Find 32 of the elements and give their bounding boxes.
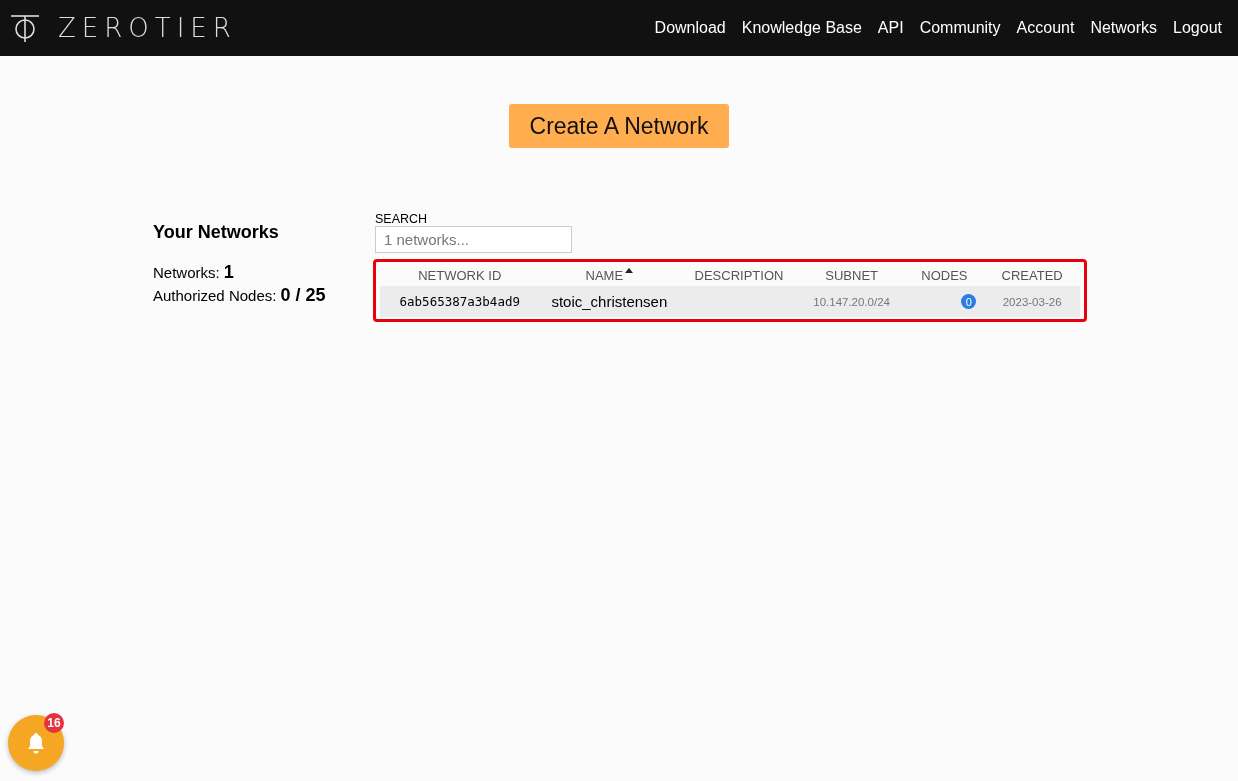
brand-name: ZEROTIER [58,13,237,43]
nav-link[interactable]: Networks [1090,19,1158,37]
notification-count-badge: 16 [44,713,64,733]
search-field[interactable]: 1 networks... [375,226,572,253]
notification-button[interactable]: 16 [8,715,64,771]
node-count-badge: 0 [961,294,977,309]
created-date-cell-text: 2023-03-26 [1001,295,1063,308]
network-name-cell[interactable]: stoic_christensen [539,293,680,310]
column-header[interactable]: DESCRIPTION [679,267,799,283]
nav-link[interactable]: Account [1016,19,1075,37]
column-header[interactable]: NAME [539,267,680,283]
column-header[interactable]: NODES [904,267,985,283]
search-label: SEARCH [374,212,429,226]
column-header[interactable]: NETWORK ID [380,267,540,283]
nav-link[interactable]: API [877,19,904,37]
create-network-button[interactable]: Create A Network [509,104,729,148]
stat-value: 0 / 25 [280,285,326,305]
bell-icon [26,732,46,754]
nav-link[interactable]: Download [654,19,726,37]
column-header[interactable]: CREATED [984,267,1080,283]
nav-link[interactable]: Community [919,19,1001,37]
stat-value: 1 [223,262,234,282]
stat-label: Networks: [153,264,220,281]
network-id-cell[interactable]: 6ab565387a3b4ad9 [380,294,540,309]
column-header[interactable]: SUBNET [798,267,905,283]
nav-link[interactable]: Knowledge Base [741,19,862,37]
section-title: Your Networks [153,222,280,243]
stat-label: Authorized Nodes: [153,287,277,304]
nav-link[interactable]: Logout [1173,19,1222,37]
logo-icon [10,14,40,42]
subnet-cell-text: 10.147.20.0/24 [812,295,891,308]
sort-caret-icon [625,268,634,274]
